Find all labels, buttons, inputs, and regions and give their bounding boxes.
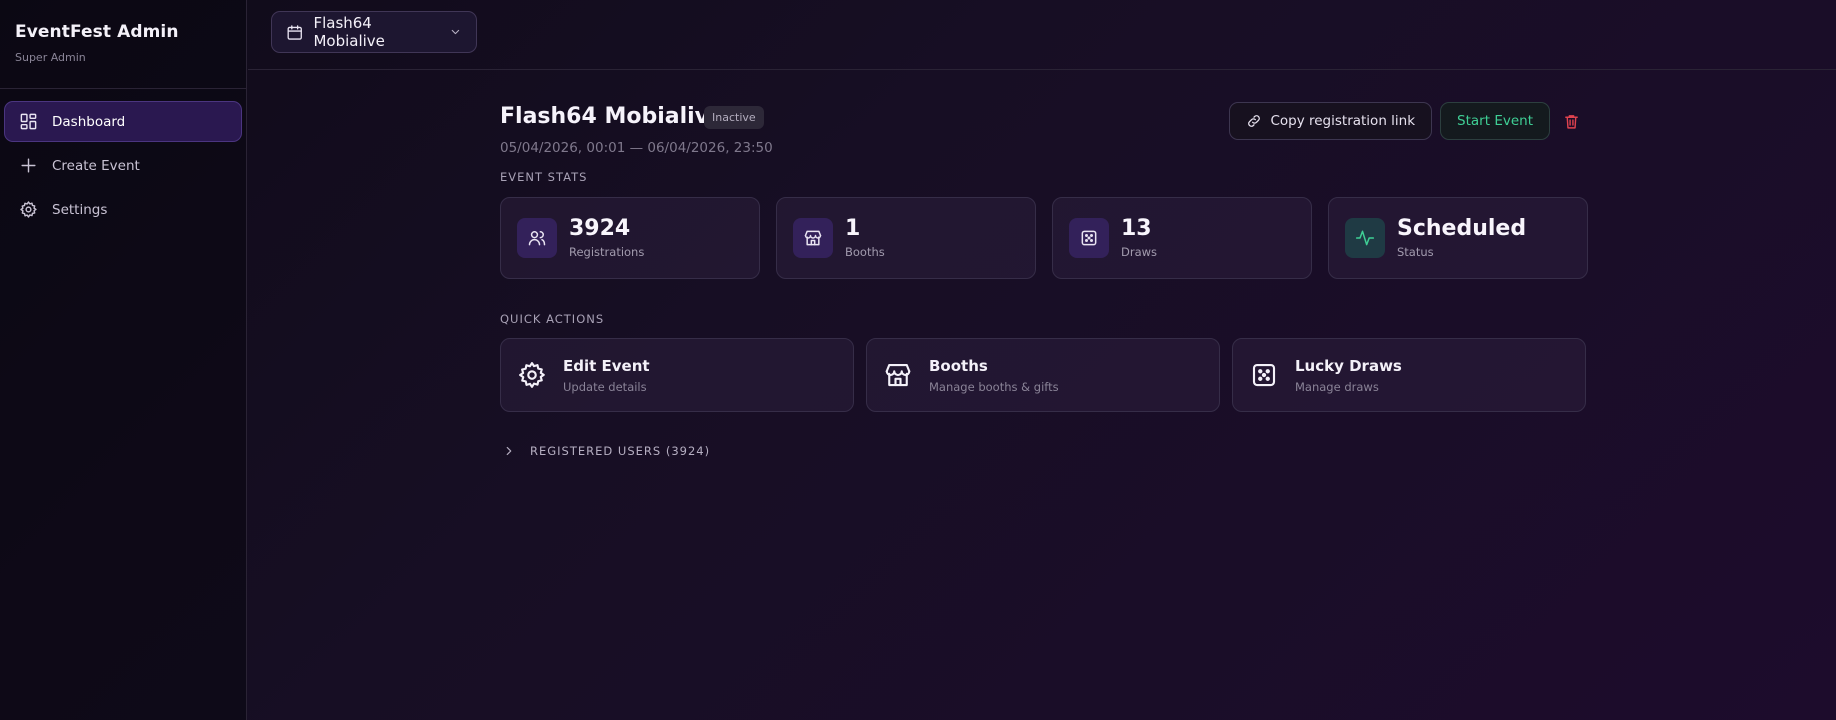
event-selector[interactable]: Flash64 Mobialive	[271, 11, 477, 53]
stat-label: Status	[1397, 245, 1434, 260]
quick-action-title: Lucky Draws	[1295, 356, 1402, 375]
chevron-down-icon	[451, 29, 460, 35]
start-event-button[interactable]: Start Event	[1440, 102, 1550, 140]
stat-card-registrations: 3924 Registrations	[500, 197, 760, 279]
gear-icon	[18, 200, 38, 220]
quick-action-title: Booths	[929, 356, 988, 375]
store-icon	[793, 218, 833, 258]
registered-users-toggle[interactable]: REGISTERED USERS (3924)	[500, 444, 1588, 458]
sidebar-item-create-event[interactable]: Create Event	[4, 145, 242, 186]
store-icon	[885, 363, 911, 387]
dice-icon	[1252, 363, 1276, 387]
stat-card-booths: 1 Booths	[776, 197, 1036, 279]
stat-label: Draws	[1121, 245, 1158, 260]
event-header: Flash64 Mobialive Inactive 05/04/2026, 0…	[500, 70, 1588, 170]
status-badge: Inactive	[704, 106, 764, 129]
dice-icon	[1069, 218, 1109, 258]
chevron-right-icon	[506, 446, 512, 456]
sidebar-item-label: Create Event	[52, 157, 140, 174]
quick-action-subtitle: Update details	[563, 379, 647, 394]
users-icon	[517, 218, 557, 258]
link-icon	[1248, 115, 1261, 127]
quick-actions-heading: QUICK ACTIONS	[500, 312, 605, 326]
quick-action-lucky-draws[interactable]: Lucky Draws Manage draws	[1232, 338, 1586, 412]
stat-value: 13	[1121, 215, 1152, 241]
copy-registration-link-button[interactable]: Copy registration link	[1229, 102, 1433, 140]
event-dates: 05/04/2026, 00:01 — 06/04/2026, 23:50	[500, 140, 773, 156]
stat-value: Scheduled	[1397, 215, 1527, 241]
event-selector-label: Flash64 Mobialive	[313, 14, 385, 50]
quick-action-edit-event[interactable]: Edit Event Update details	[500, 338, 854, 412]
stat-card-status: Scheduled Status	[1328, 197, 1588, 279]
gear-icon	[519, 362, 545, 388]
stat-value: 3924	[569, 215, 631, 241]
sidebar: EventFest Admin Super Admin Dashboard Cr…	[0, 0, 247, 720]
quick-actions: Edit Event Update details Booths Manage …	[500, 338, 1588, 412]
sidebar-item-dashboard[interactable]: Dashboard	[4, 101, 242, 142]
page-title: Flash64 Mobialive	[500, 104, 724, 129]
stat-label: Registrations	[569, 245, 645, 260]
event-stats: 3924 Registrations 1 Booths 13 Draws Sch…	[500, 197, 1588, 279]
quick-action-booths[interactable]: Booths Manage booths & gifts	[866, 338, 1220, 412]
main-content: Flash64 Mobialive Inactive 05/04/2026, 0…	[500, 70, 1588, 458]
trash-icon	[1564, 114, 1578, 129]
stat-label: Booths	[845, 245, 885, 260]
event-actions: Copy registration link Start Event	[1221, 102, 1588, 140]
quick-action-title: Edit Event	[563, 356, 650, 375]
calendar-icon	[287, 24, 302, 40]
brand: EventFest Admin Super Admin	[0, 0, 246, 89]
plus-icon	[18, 156, 38, 176]
delete-event-button[interactable]	[1554, 102, 1588, 140]
sidebar-item-settings[interactable]: Settings	[4, 189, 242, 230]
brand-title: EventFest Admin	[15, 22, 179, 42]
event-stats-heading: EVENT STATS	[500, 170, 588, 184]
brand-subtitle: Super Admin	[15, 51, 86, 64]
topbar: Flash64 Mobialive	[248, 0, 1836, 70]
dashboard-grid-icon	[18, 112, 38, 132]
quick-action-subtitle: Manage draws	[1295, 379, 1379, 394]
sidebar-nav: Dashboard Create Event Settings	[0, 89, 246, 230]
stat-value: 1	[845, 215, 861, 241]
quick-action-subtitle: Manage booths & gifts	[929, 379, 1059, 394]
sidebar-item-label: Settings	[52, 201, 108, 218]
activity-icon	[1345, 218, 1385, 258]
copy-link-label: Copy registration link	[1270, 113, 1416, 129]
sidebar-item-label: Dashboard	[52, 113, 126, 130]
stat-card-draws: 13 Draws	[1052, 197, 1312, 279]
registered-users-label: REGISTERED USERS (3924)	[530, 444, 711, 458]
